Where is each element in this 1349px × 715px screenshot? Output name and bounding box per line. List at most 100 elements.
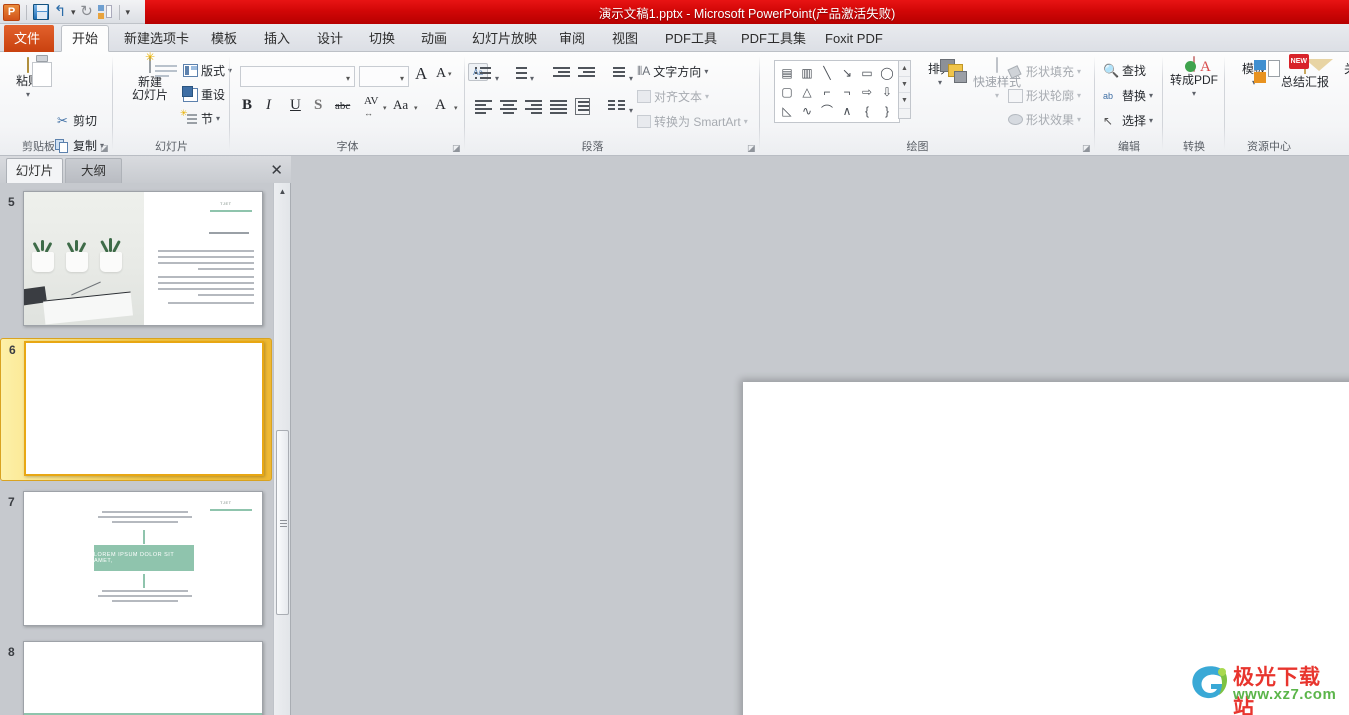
cut-button[interactable]: ✂ 剪切 <box>55 112 97 129</box>
tab-foxit-pdf[interactable]: Foxit PDF <box>815 25 891 52</box>
numbering-dropdown-icon[interactable]: ▾ <box>530 74 534 83</box>
relations-button[interactable]: 关系 <box>1333 60 1349 76</box>
align-left-button[interactable] <box>475 100 492 114</box>
justify-button[interactable] <box>550 100 567 114</box>
slide-thumbnail-6[interactable] <box>24 341 264 476</box>
tab-new-tab[interactable]: 新建选项卡 <box>114 25 194 52</box>
paste-button[interactable]: 粘贴 ▾ <box>6 57 50 101</box>
change-case-dropdown-icon[interactable]: ▾ <box>414 104 418 112</box>
tab-file[interactable]: 文件 <box>4 25 54 52</box>
shape-rect-icon[interactable]: ▭ <box>857 63 877 82</box>
new-slide-button[interactable]: 新建 幻灯片 <box>121 57 179 102</box>
template-button[interactable]: 模板 ▾ <box>1231 60 1280 89</box>
shape-roundrect-icon[interactable]: ▢ <box>777 82 797 101</box>
align-right-button[interactable] <box>525 100 542 114</box>
convert-to-pdf-button[interactable]: 转成PDF ▾ <box>1168 56 1220 100</box>
align-text-button[interactable]: 对齐文本 ▾ <box>637 88 709 105</box>
convert-smartart-button[interactable]: 转换为 SmartArt ▾ <box>637 113 748 130</box>
summary-report-button[interactable]: NEW 总结汇报 <box>1277 54 1333 89</box>
shape-fill-button[interactable]: 形状填充 ▾ <box>1008 63 1081 80</box>
clipboard-dialog-launcher[interactable]: ◪ <box>100 144 109 153</box>
reset-button[interactable]: 重设 <box>182 85 225 103</box>
shape-rbrace-icon[interactable]: } <box>877 101 897 120</box>
shape-outline-button[interactable]: 形状轮廓 ▾ <box>1008 87 1081 104</box>
section-dropdown-icon[interactable]: ▾ <box>216 114 220 123</box>
shape-effects-button[interactable]: 形状效果 ▾ <box>1008 111 1081 128</box>
font-color-button[interactable]: A <box>435 97 446 114</box>
scroll-up-icon[interactable]: ▲ <box>274 183 291 200</box>
select-dropdown-icon[interactable]: ▾ <box>1149 116 1153 125</box>
shape-arrow-icon[interactable]: ↘ <box>837 63 857 82</box>
italic-button[interactable]: I <box>266 97 271 114</box>
shape-downarrow-icon[interactable]: ⇩ <box>877 82 897 101</box>
strikethrough-button[interactable]: abc <box>335 100 350 112</box>
drawing-dialog-launcher[interactable]: ◪ <box>1082 144 1091 153</box>
shrink-font-button[interactable]: A <box>436 66 446 82</box>
bullets-dropdown-icon[interactable]: ▾ <box>495 74 499 83</box>
font-size-dropdown-icon[interactable]: ▾ <box>400 74 404 83</box>
scrollbar-thumb[interactable] <box>276 430 289 615</box>
shape-textbox-icon[interactable]: ▤ <box>777 63 797 82</box>
tab-transitions[interactable]: 切换 <box>359 25 403 52</box>
tab-pdf-tools[interactable]: PDF工具 <box>655 25 723 52</box>
slide-editing-stage[interactable] <box>292 156 1349 715</box>
shrink-dropdown-icon[interactable]: ▾ <box>448 70 452 78</box>
panel-tab-slides[interactable]: 幻灯片 <box>6 158 63 183</box>
tab-review[interactable]: 审阅 <box>549 25 593 52</box>
shape-elbow2-icon[interactable]: ¬ <box>837 82 857 101</box>
line-spacing-button[interactable] <box>608 66 625 79</box>
grow-font-button[interactable]: A <box>415 64 427 84</box>
gallery-more-icon[interactable]: ▼ <box>899 93 910 109</box>
list-item[interactable]: 8 02 添加标题 <box>0 641 272 715</box>
columns-button[interactable] <box>608 100 625 113</box>
redo-icon[interactable]: ↻ <box>79 4 95 20</box>
columns-dropdown-icon[interactable]: ▾ <box>629 106 633 115</box>
decrease-indent-button[interactable] <box>553 66 570 79</box>
slide-thumbnail-5[interactable]: TJET <box>23 191 263 326</box>
text-shadow-button[interactable]: S <box>314 97 322 114</box>
font-size-combo[interactable]: ▾ <box>359 66 409 87</box>
list-item[interactable]: 7 TJET LOREM IPSUM DOLOR SIT AMET, <box>0 491 272 630</box>
line-spacing-dropdown-icon[interactable]: ▾ <box>629 74 633 83</box>
slide-thumbnail-7[interactable]: TJET LOREM IPSUM DOLOR SIT AMET, <box>23 491 263 626</box>
bullets-button[interactable] <box>475 66 492 79</box>
thumbnail-list[interactable]: 5 TJET 6 7 TJET LOREM IPSUM DOLOR SIT AM… <box>0 183 272 715</box>
tab-view[interactable]: 视图 <box>602 25 646 52</box>
arrange-button[interactable]: 排列 ▾ <box>915 59 967 89</box>
replace-button[interactable]: ab 替换 ▾ <box>1103 87 1153 104</box>
shape-arc2-icon[interactable]: ∧ <box>837 101 857 120</box>
increase-indent-button[interactable] <box>578 66 595 79</box>
tab-design[interactable]: 设计 <box>307 25 351 52</box>
tab-insert[interactable]: 插入 <box>254 25 298 52</box>
shape-fill-dropdown-icon[interactable]: ▾ <box>1077 67 1081 76</box>
panel-tab-outline[interactable]: 大纲 <box>65 158 122 183</box>
tab-home[interactable]: 开始 <box>61 25 109 52</box>
shape-elbow-icon[interactable]: ⌐ <box>817 82 837 101</box>
gallery-scroll-up-icon[interactable]: ▲ <box>899 61 910 77</box>
font-name-dropdown-icon[interactable]: ▾ <box>346 74 350 83</box>
tab-pdf-toolkit[interactable]: PDF工具集 <box>731 25 807 52</box>
smartart-dropdown-icon[interactable]: ▾ <box>744 117 748 126</box>
close-panel-icon[interactable]: ✕ <box>270 161 283 179</box>
font-color-dropdown-icon[interactable]: ▾ <box>454 104 458 112</box>
change-case-button[interactable]: Aa <box>393 97 408 113</box>
paste-dropdown-icon[interactable]: ▾ <box>6 88 50 101</box>
tab-animations[interactable]: 动画 <box>411 25 455 52</box>
start-slideshow-icon[interactable] <box>97 4 113 20</box>
text-direction-dropdown-icon[interactable]: ▾ <box>704 67 708 76</box>
shape-lbrace-icon[interactable]: { <box>857 101 877 120</box>
underline-button[interactable]: U <box>290 97 301 114</box>
text-direction-button[interactable]: ⦀A 文字方向 ▾ <box>637 63 708 80</box>
numbering-button[interactable] <box>510 66 527 79</box>
convert-pdf-dropdown-icon[interactable]: ▾ <box>1168 87 1220 100</box>
find-button[interactable]: 🔍 查找 <box>1103 62 1146 79</box>
panel-scrollbar[interactable]: ▲ <box>273 183 290 715</box>
undo-icon[interactable]: ↰ <box>52 4 68 20</box>
gallery-scroll-down-icon[interactable]: ▼ <box>899 77 910 93</box>
shape-oval-icon[interactable]: ◯ <box>877 63 897 82</box>
character-spacing-button[interactable]: AV <box>364 95 378 107</box>
align-text-dropdown-icon[interactable]: ▾ <box>705 92 709 101</box>
list-item[interactable]: 5 TJET <box>0 191 272 330</box>
tab-template[interactable]: 模板 <box>201 25 245 52</box>
quick-access-toolbar[interactable]: P ↰ ▾ ↻ ▾ <box>3 2 130 22</box>
